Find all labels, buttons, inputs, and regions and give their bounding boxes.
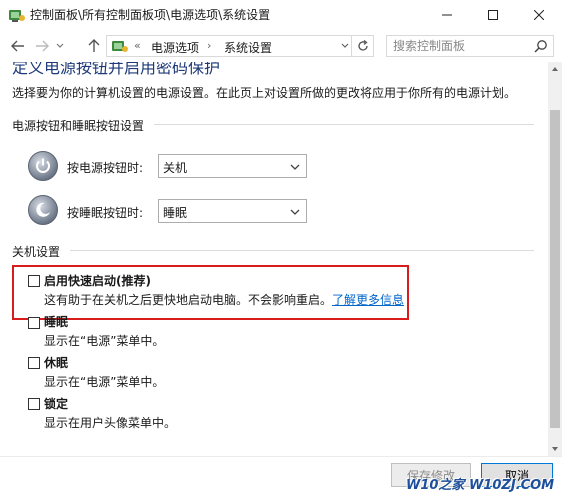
power-button-select[interactable]: 关机 <box>158 154 307 178</box>
forward-button[interactable] <box>32 36 52 56</box>
lock-checkbox[interactable] <box>28 398 40 410</box>
refresh-button[interactable] <box>352 35 374 57</box>
maximize-icon <box>488 10 498 20</box>
sleep-option-description: 显示在“电源”菜单中。 <box>44 334 165 348</box>
chevron-down-icon <box>290 164 300 170</box>
chevron-down-icon <box>290 209 300 215</box>
chevron-down-icon <box>56 43 64 48</box>
learn-more-link[interactable]: 了解更多信息 <box>332 293 404 307</box>
fast-startup-description: 这有助于在关机之后更快地启动电脑。不会影响重启。了解更多信息 <box>44 293 405 307</box>
shutdown-section-title: 关机设置 <box>12 245 61 259</box>
lock-option-label[interactable]: 锁定 <box>44 395 68 412</box>
power-button-value: 关机 <box>163 161 188 175</box>
minimize-icon <box>442 14 452 16</box>
search-input[interactable] <box>393 38 523 54</box>
hibernate-checkbox[interactable] <box>28 357 40 369</box>
close-button[interactable] <box>516 0 562 30</box>
chevron-down-icon <box>341 43 349 48</box>
arrow-right-icon <box>36 40 49 52</box>
chevron-down-icon <box>552 447 558 451</box>
refresh-icon <box>357 40 368 51</box>
vertical-scrollbar[interactable] <box>548 62 562 456</box>
sleep-button-label: 按睡眠按钮时: <box>67 206 144 220</box>
address-dropdown-button[interactable] <box>338 35 352 57</box>
sleep-button-select[interactable]: 睡眠 <box>158 199 307 223</box>
breadcrumb-power-options[interactable]: 电源选项 <box>151 39 199 56</box>
power-section-title: 电源按钮和睡眠按钮设置 <box>12 119 145 133</box>
title-bar: 控制面板\所有控制面板项\电源选项\系统设置 <box>0 0 562 30</box>
section-divider <box>70 250 534 251</box>
window-title: 控制面板\所有控制面板项\电源选项\系统设置 <box>30 8 271 22</box>
control-panel-icon <box>112 41 128 52</box>
fast-startup-checkbox[interactable] <box>28 275 40 287</box>
search-icon[interactable] <box>534 39 548 53</box>
scroll-down-button[interactable] <box>548 442 562 456</box>
sleep-checkbox[interactable] <box>28 317 40 329</box>
fast-startup-label[interactable]: 启用快速启动(推荐) <box>44 272 151 289</box>
hibernate-option-description: 显示在“电源”菜单中。 <box>44 375 165 389</box>
arrow-left-icon <box>11 40 24 52</box>
breadcrumb-separator[interactable]: › <box>207 39 211 52</box>
address-overflow-chevron[interactable]: « <box>134 39 141 52</box>
back-button[interactable] <box>8 36 28 56</box>
minimize-button[interactable] <box>424 0 470 30</box>
sleep-button-value: 睡眠 <box>163 206 188 220</box>
lock-option-description: 显示在用户头像菜单中。 <box>44 416 177 430</box>
address-box[interactable]: « 电源选项 › 系统设置 <box>106 35 352 57</box>
settings-content: 定义电源按钮并启用密码保护 选择要为你的计算机设置的电源设置。在此页上对设置所做… <box>0 62 548 456</box>
up-button[interactable] <box>84 36 104 56</box>
sleep-option-label[interactable]: 睡眠 <box>44 313 68 330</box>
control-panel-icon <box>9 10 25 22</box>
breadcrumb-system-settings[interactable]: 系统设置 <box>224 39 272 56</box>
recent-locations-button[interactable] <box>53 36 67 56</box>
sleep-button-icon <box>28 195 58 225</box>
power-button-label: 按电源按钮时: <box>67 161 144 175</box>
watermark: W10之家 W10ZJ.COM <box>406 478 555 493</box>
arrow-up-icon <box>88 39 100 52</box>
close-icon <box>534 10 544 20</box>
section-divider <box>154 124 534 125</box>
scroll-up-button[interactable] <box>548 62 562 76</box>
maximize-button[interactable] <box>470 0 516 30</box>
search-box[interactable] <box>386 35 554 57</box>
chevron-up-icon <box>552 67 558 71</box>
page-description: 选择要为你的计算机设置的电源设置。在此页上对设置所做的更改将应用于你所有的电源计… <box>12 86 517 100</box>
scroll-thumb[interactable] <box>550 110 560 428</box>
hibernate-option-label[interactable]: 休眠 <box>44 354 68 371</box>
power-button-icon <box>28 151 58 181</box>
page-title: 定义电源按钮并启用密码保护 <box>12 62 221 77</box>
